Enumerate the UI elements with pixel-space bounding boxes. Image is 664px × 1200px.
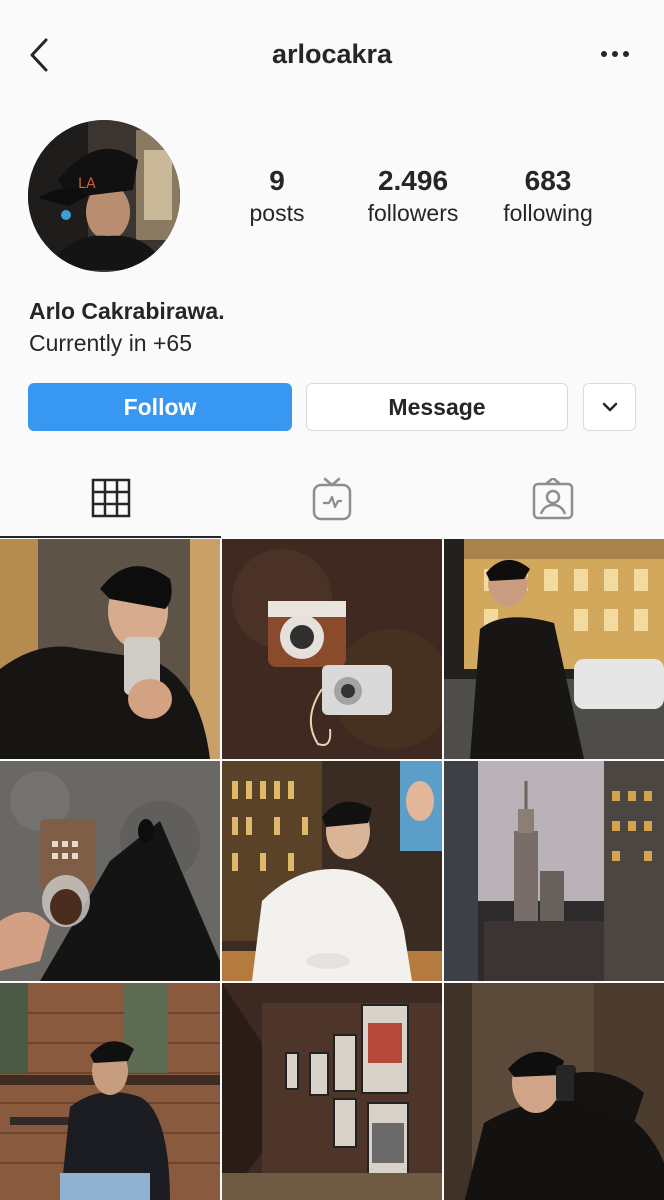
- posts-count-label: posts: [249, 200, 305, 226]
- post-skyline[interactable]: [444, 761, 664, 981]
- follow-button[interactable]: Follow: [28, 383, 292, 431]
- post-restaurant[interactable]: [222, 761, 442, 981]
- following-count[interactable]: 683 following: [478, 164, 618, 228]
- followers-count-value: 2.496: [377, 165, 449, 196]
- profile-bio: Currently in +65: [29, 330, 192, 356]
- posts-count-value: 9: [269, 165, 285, 196]
- post-gallery-hallway[interactable]: [222, 983, 442, 1200]
- chevron-down-icon: [602, 402, 617, 412]
- post-street-night[interactable]: [444, 539, 664, 759]
- tab-tagged[interactable]: [442, 460, 663, 538]
- tagged-icon: [532, 478, 573, 520]
- tab-posts-grid[interactable]: [0, 460, 221, 538]
- profile-avatar[interactable]: LA: [28, 120, 180, 272]
- following-count-value: 683: [524, 165, 572, 196]
- posts-count: 9 posts: [207, 164, 347, 228]
- suggested-accounts-button[interactable]: [583, 383, 636, 431]
- post-coffee[interactable]: [0, 761, 220, 981]
- followers-count-label: followers: [367, 200, 459, 226]
- following-count-label: following: [503, 200, 593, 226]
- message-button[interactable]: Message: [306, 383, 568, 431]
- post-brick-cafe[interactable]: [0, 983, 220, 1200]
- svg-text:LA: LA: [78, 176, 96, 192]
- post-mirror-selfie[interactable]: [0, 539, 220, 759]
- more-horizontal-icon: [601, 51, 629, 57]
- tab-igtv[interactable]: [221, 460, 442, 538]
- grid-icon: [91, 478, 130, 518]
- igtv-icon: [312, 477, 351, 521]
- followers-count[interactable]: 2.496 followers: [343, 164, 483, 228]
- profile-full-name: Arlo Cakrabirawa.: [29, 298, 225, 324]
- post-dark-selfie[interactable]: [444, 983, 664, 1200]
- profile-tabs: [0, 460, 664, 538]
- profile-username: arlocakra: [271, 39, 393, 69]
- more-options-button[interactable]: [600, 44, 630, 64]
- post-cameras[interactable]: [222, 539, 442, 759]
- top-bar: arlocakra: [0, 0, 664, 110]
